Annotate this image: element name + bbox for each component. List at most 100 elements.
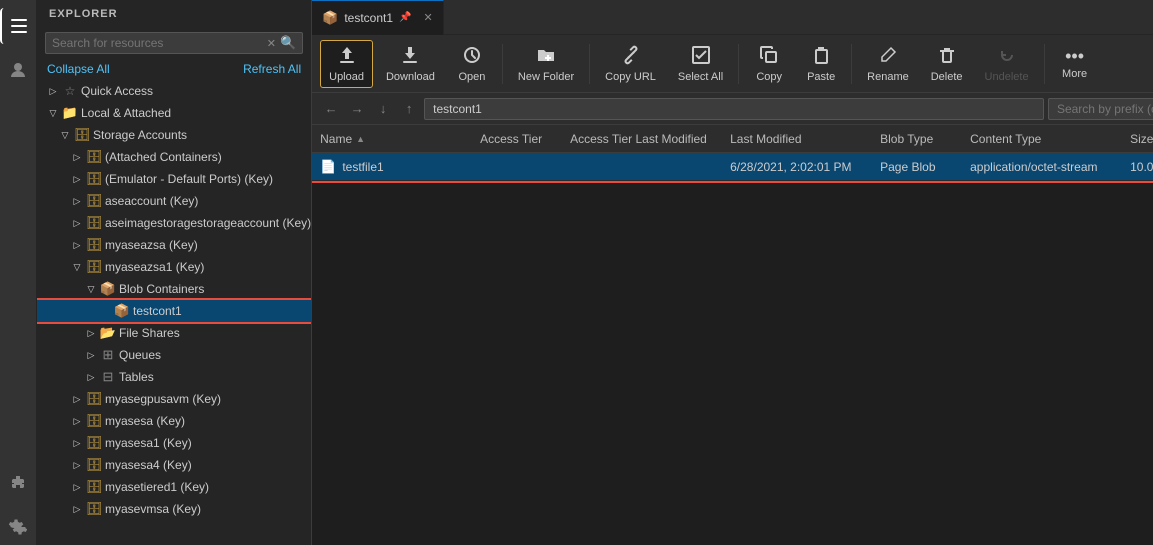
- tree-item-quick-access[interactable]: ▷ ☆ Quick Access: [37, 80, 311, 102]
- collapse-all-button[interactable]: Collapse All: [47, 62, 110, 76]
- path-input[interactable]: [424, 98, 1044, 120]
- refresh-all-button[interactable]: Refresh All: [243, 62, 301, 76]
- tab-testcont1[interactable]: 📦 testcont1 📌 ✕: [312, 0, 444, 35]
- myaseazsa1-label: myaseazsa1 (Key): [105, 260, 311, 274]
- undelete-label: Undelete: [985, 71, 1029, 83]
- tree-item-attached-containers[interactable]: ▷ 🗄 (Attached Containers): [37, 146, 311, 168]
- tree-item-testcont1[interactable]: ▷ 📦 testcont1: [37, 300, 311, 322]
- file-content-type: application/octet-stream: [970, 160, 1130, 174]
- tree-item-tables[interactable]: ▷ ⊟ Tables: [37, 366, 311, 388]
- tables-icon: ⊟: [99, 369, 117, 385]
- queues-arrow-icon: ▷: [83, 350, 99, 361]
- toolbar-sep-2: [589, 44, 590, 84]
- tree-item-myasegpusavm[interactable]: ▷ 🗄 myasegpusavm (Key): [37, 388, 311, 410]
- aseaccount-arrow-icon: ▷: [69, 196, 85, 207]
- testcont1-icon: 📦: [113, 303, 131, 319]
- col-header-size[interactable]: Size: [1130, 132, 1153, 146]
- nav-forward-button[interactable]: →: [346, 98, 368, 120]
- testcont1-label: testcont1: [133, 304, 311, 318]
- new-folder-button[interactable]: New Folder: [509, 40, 583, 88]
- new-folder-icon: [536, 45, 556, 68]
- tree-item-blob-containers[interactable]: ▽ 📦 Blob Containers: [37, 278, 311, 300]
- aseimagestorage-label: aseimagestoragestorageaccount (Key): [105, 216, 311, 230]
- tree-item-myasesa[interactable]: ▷ 🗄 myasesa (Key): [37, 410, 311, 432]
- rename-button[interactable]: Rename: [858, 40, 918, 88]
- search-bar: ✕ 🔍: [45, 32, 303, 54]
- paste-button[interactable]: Paste: [797, 40, 845, 88]
- tree-item-local-attached[interactable]: ▽ 📁 Local & Attached: [37, 102, 311, 124]
- undelete-button[interactable]: Undelete: [976, 40, 1038, 88]
- tree-item-storage-accounts[interactable]: ▽ 🗄 Storage Accounts: [37, 124, 311, 146]
- upload-button[interactable]: Upload: [320, 40, 373, 88]
- tree-item-file-shares[interactable]: ▷ 📂 File Shares: [37, 322, 311, 344]
- tree-item-myaseazsa1[interactable]: ▽ 🗄 myaseazsa1 (Key): [37, 256, 311, 278]
- delete-button[interactable]: Delete: [922, 40, 972, 88]
- quick-access-arrow-icon: ▷: [45, 86, 61, 97]
- tab-close-button[interactable]: ✕: [423, 11, 432, 24]
- toolbar-sep-5: [1044, 44, 1045, 84]
- blob-containers-arrow-icon: ▽: [83, 284, 99, 295]
- tree-item-myasesa4[interactable]: ▷ 🗄 myasesa4 (Key): [37, 454, 311, 476]
- search-clear-icon[interactable]: ✕: [267, 37, 276, 50]
- tree-item-myaseazsa[interactable]: ▷ 🗄 myaseazsa (Key): [37, 234, 311, 256]
- tree-item-emulator[interactable]: ▷ 🗄 (Emulator - Default Ports) (Key): [37, 168, 311, 190]
- tree-item-queues[interactable]: ▷ ⊞ Queues: [37, 344, 311, 366]
- myasetiered1-arrow-icon: ▷: [69, 482, 85, 493]
- col-header-access-modified[interactable]: Access Tier Last Modified: [570, 132, 730, 146]
- download-button[interactable]: Download: [377, 40, 444, 88]
- storage-accounts-label: Storage Accounts: [93, 128, 311, 142]
- tree-item-aseaccount[interactable]: ▷ 🗄 aseaccount (Key): [37, 190, 311, 212]
- col-header-access-tier[interactable]: Access Tier: [480, 132, 570, 146]
- activity-menu-icon[interactable]: [0, 8, 36, 44]
- myasetiered1-icon: 🗄: [85, 479, 103, 495]
- rename-icon: [878, 45, 898, 68]
- nav-down-button[interactable]: ↓: [372, 98, 394, 120]
- col-header-name[interactable]: Name ▲: [320, 132, 480, 146]
- col-header-last-modified[interactable]: Last Modified: [730, 132, 880, 146]
- sort-arrow-icon: ▲: [356, 134, 365, 144]
- copy-button[interactable]: Copy: [745, 40, 793, 88]
- myasesa4-label: myasesa4 (Key): [105, 458, 311, 472]
- col-header-blob-type[interactable]: Blob Type: [880, 132, 970, 146]
- search-icon[interactable]: 🔍: [280, 35, 296, 51]
- nav-back-button[interactable]: ←: [320, 98, 342, 120]
- tree-item-aseimagestorage[interactable]: ▷ 🗄 aseimagestoragestorageaccount (Key): [37, 212, 311, 234]
- quick-access-icon: ☆: [61, 84, 79, 98]
- myasesa4-arrow-icon: ▷: [69, 460, 85, 471]
- myaseazsa-icon: 🗄: [85, 237, 103, 253]
- search-by-prefix-input[interactable]: [1048, 98, 1153, 120]
- tab-icon: 📦: [322, 10, 338, 26]
- delete-icon: [937, 45, 957, 68]
- more-button[interactable]: ••• More: [1051, 42, 1099, 85]
- open-button[interactable]: Open: [448, 40, 496, 88]
- select-all-button[interactable]: Select All: [669, 40, 732, 88]
- tree-item-myasesa1[interactable]: ▷ 🗄 myasesa1 (Key): [37, 432, 311, 454]
- new-folder-label: New Folder: [518, 71, 574, 83]
- file-last-modified: 6/28/2021, 2:02:01 PM: [730, 160, 880, 174]
- file-blob-type: Page Blob: [880, 160, 970, 174]
- tree-item-myasetiered1[interactable]: ▷ 🗄 myasetiered1 (Key): [37, 476, 311, 498]
- rename-label: Rename: [867, 71, 909, 83]
- copy-label: Copy: [756, 71, 782, 83]
- nav-up-button[interactable]: ↑: [398, 98, 420, 120]
- file-row-testfile1[interactable]: 📄 testfile1 6/28/2021, 2:02:01 PM Page B…: [312, 153, 1153, 181]
- search-input[interactable]: [52, 36, 267, 50]
- aseimagestorage-icon: 🗄: [85, 215, 103, 231]
- blob-containers-label: Blob Containers: [119, 282, 311, 296]
- myaseazsa-arrow-icon: ▷: [69, 240, 85, 251]
- blob-containers-icon: 📦: [99, 281, 117, 297]
- col-header-content-type[interactable]: Content Type: [970, 132, 1130, 146]
- file-size: 10.0 GB: [1130, 160, 1153, 174]
- copy-url-button[interactable]: Copy URL: [596, 40, 665, 88]
- tab-bar: 📦 testcont1 📌 ✕: [312, 0, 1153, 35]
- toolbar: Upload Download Open: [312, 35, 1153, 93]
- activity-plugin-icon[interactable]: [0, 465, 36, 501]
- activity-settings-icon[interactable]: [0, 509, 36, 545]
- more-icon: •••: [1065, 47, 1084, 65]
- myasegpusavm-icon: 🗄: [85, 391, 103, 407]
- file-list-header: Name ▲ Access Tier Access Tier Last Modi…: [312, 125, 1153, 153]
- paste-icon: [811, 45, 831, 68]
- activity-account-icon[interactable]: [0, 52, 36, 88]
- myasevmsa-arrow-icon: ▷: [69, 504, 85, 515]
- tree-item-myasevmsa[interactable]: ▷ 🗄 myasevmsa (Key): [37, 498, 311, 520]
